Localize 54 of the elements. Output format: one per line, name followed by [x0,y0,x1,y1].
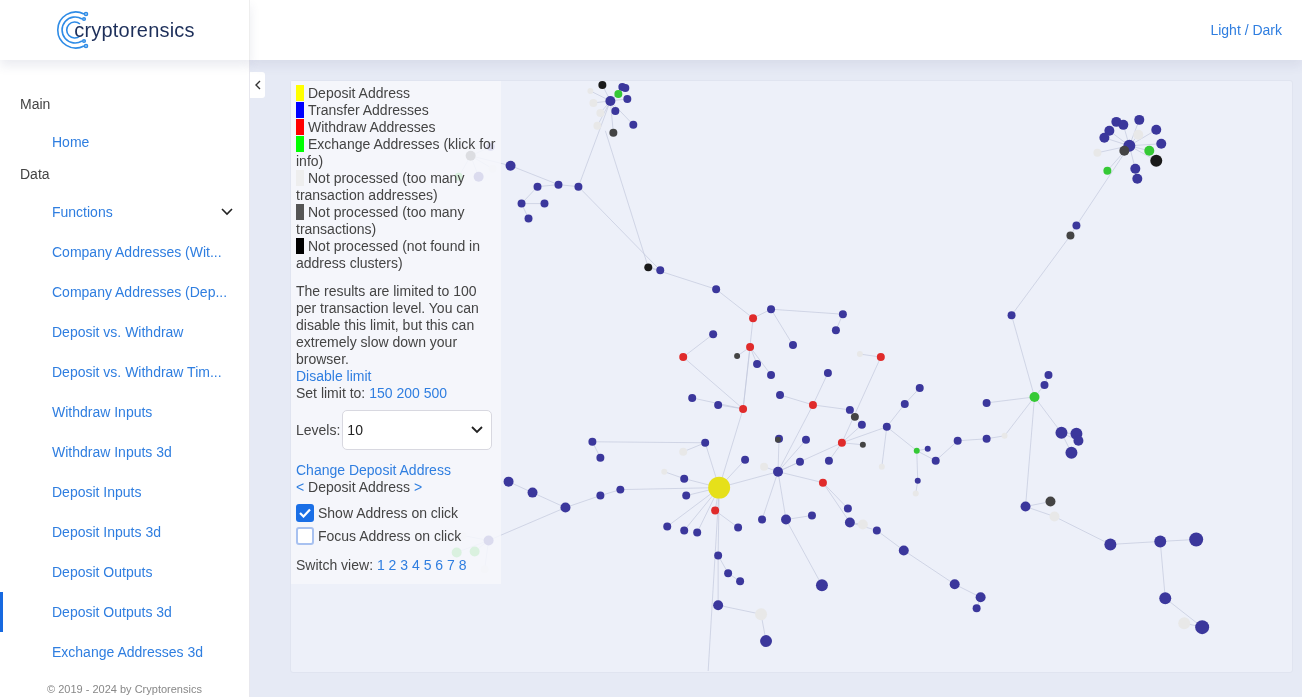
chevron-left-icon [253,80,262,90]
view-option-link[interactable]: 3 [400,557,409,573]
view-option-link[interactable]: 5 [423,557,432,573]
section-heading: Main [19,95,52,114]
sidebar-item[interactable]: Company Addresses (Wit... [0,232,249,272]
limit-option-link[interactable]: 200 [396,385,420,401]
sidebar-item[interactable]: Withdraw Inputs 3d [0,432,249,472]
legend-label: Not processed (too many transaction addresses) [296,170,465,203]
sidebar-item[interactable]: Deposit Outputs [0,552,249,592]
next-link[interactable]: > [413,479,423,495]
limit-notice: The results are limited to 100 per transaction level. You can disable this limit, but this can extremely slow down your browser. [296,283,480,368]
deposit-address-label: Deposit Address [308,479,411,495]
copyright-text: © 2019 - 2024 by Cryptorensics [46,683,203,697]
chevron-icon[interactable] [221,208,233,216]
theme-toggle-link[interactable]: Light / Dark [1210,22,1282,38]
view-option-link[interactable]: 1 [376,557,385,573]
checkbox[interactable] [296,504,314,522]
levels-select[interactable]: 10 [342,410,493,450]
limit-option-link[interactable]: 500 [423,385,447,401]
checkbox[interactable] [296,527,314,545]
legend-label: Not processed (too many transactions) [296,204,465,237]
section-heading: Data [19,165,51,184]
view-option-link[interactable]: 8 [458,557,467,573]
sidebar-item[interactable]: Withdraw Inputs [0,392,249,432]
chevron-down-icon [471,426,484,434]
sidebar-item[interactable]: Deposit vs. Withdraw [0,312,249,352]
legend-label: Transfer Addresses [308,102,429,118]
sidebar-item[interactable]: Deposit Inputs 3d [0,512,249,552]
logo-text: cryptorensics [74,18,195,42]
previous-link[interactable]: < [296,479,305,495]
view-option-link[interactable]: 7 [447,557,455,573]
sidebar-item[interactable]: Deposit Inputs [0,472,249,512]
view-option-link[interactable]: 2 [388,557,397,573]
levels-label: Levels: [296,421,341,439]
sidebar-item[interactable]: Company Addresses (Dep... [0,272,249,312]
sidebar-item[interactable]: Deposit vs. Withdraw Tim... [0,352,249,392]
disable-limit-link[interactable]: Disable limit [296,368,372,384]
legend-label: Exchange Addresses (klick for info) [296,136,496,169]
sidebar-item[interactable]: Home [0,122,249,162]
limit-option-link[interactable]: 150 [369,385,393,401]
view-option-link[interactable]: 6 [435,557,444,573]
change-deposit-link[interactable]: Change Deposit Address [296,462,451,478]
sidebar-item[interactable]: Exchange Addresses 3d [0,632,249,672]
collapse-sidebar-button[interactable] [250,72,265,98]
legend-label: Not processed (not found in address clusters) [296,238,480,271]
checkbox-label: Focus Address on click [318,527,462,545]
set-limit-label: Set limit to: [296,385,366,401]
checkbox-label: Show Address on click [318,504,459,522]
sidebar-item[interactable]: Functions [0,192,249,232]
legend-label: Withdraw Addresses [308,119,436,135]
legend-label: Deposit Address [308,85,410,101]
sidebar-item[interactable]: Deposit Outputs 3d [0,592,249,632]
switch-view-label: Switch view: [296,557,374,573]
view-option-link[interactable]: 4 [412,557,420,573]
